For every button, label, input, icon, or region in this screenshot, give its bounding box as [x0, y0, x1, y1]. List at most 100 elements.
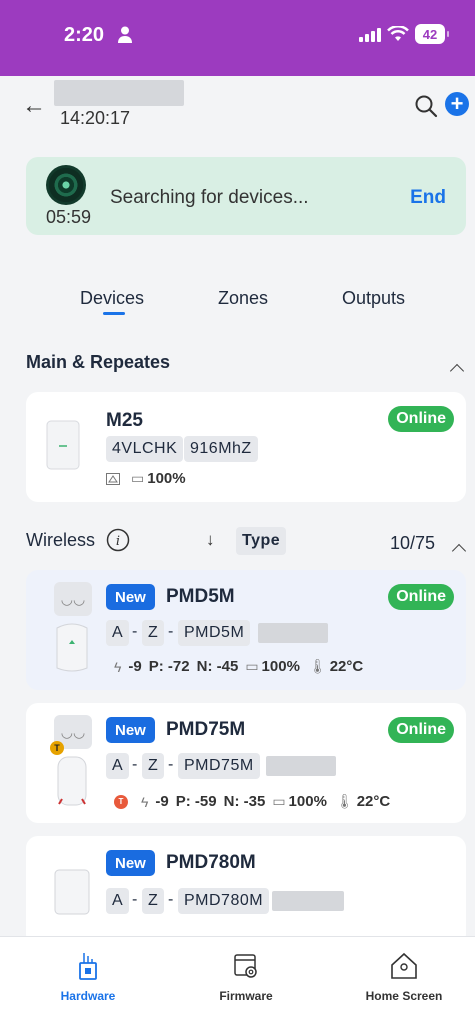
eye-closed-icon: ◡◡ [54, 582, 92, 616]
search-status-text: Searching for devices... [110, 187, 309, 208]
zone-a-chip: A [106, 753, 130, 779]
section-title-wireless: Wireless [26, 530, 96, 550]
status-badge: Online [388, 584, 454, 610]
trouble-icon: T [114, 794, 128, 809]
device-card-pmd75m[interactable]: ◡◡ T New PMD75M Online A - Z - PMD75M T … [26, 703, 466, 823]
end-search-button[interactable]: End [410, 187, 446, 209]
temperature-value: 22°C [356, 793, 391, 810]
separator-dash: - [168, 623, 174, 640]
status-bar: 2:20 42 [0, 0, 475, 76]
signal-strength-icon: ϟ [141, 793, 149, 810]
tamper-icon [106, 472, 120, 485]
motion-sensor-image [56, 623, 88, 672]
device-model-chip: PMD75M [178, 753, 260, 779]
top-header: ← 14:20:17 + [0, 76, 475, 146]
info-icon[interactable]: i [106, 528, 130, 552]
wifi-icon [387, 26, 409, 41]
tamper-badge-icon: T [50, 741, 64, 755]
motion-sensor-image [57, 756, 87, 806]
zone-a-chip: A [106, 620, 130, 646]
curtain-sensor-image [54, 869, 90, 915]
battery-icon: ▭ [272, 793, 286, 809]
battery-icon: ▭ [131, 470, 145, 486]
zone-a-chip: A [106, 888, 130, 914]
new-badge: New [106, 717, 155, 743]
device-card-pmd780m[interactable]: New PMD780M A - Z - PMD780M [26, 836, 466, 946]
status-badge: Online [388, 406, 454, 432]
device-model-chip: PMD780M [178, 888, 270, 914]
redacted-site-name [54, 80, 184, 106]
search-icon[interactable] [414, 94, 438, 118]
nav-firmware-label: Firmware [219, 989, 273, 1003]
device-name: PMD780M [166, 852, 256, 873]
device-stats: T ϟ -9 P: -59 N: -35 ▭ 100% 🌡 22°C [114, 793, 390, 810]
separator-dash: - [168, 891, 174, 908]
status-indicators: 42 [359, 24, 449, 44]
device-stats: ▭ 100% [106, 470, 186, 487]
bottom-nav: Hardware Firmware Home Screen [0, 936, 475, 1027]
signal-strength-icon: ϟ [114, 658, 122, 675]
new-badge: New [106, 584, 155, 610]
battery-indicator: 42 [415, 24, 449, 44]
zone-z-chip: Z [142, 753, 165, 779]
search-banner: 05:59 Searching for devices... End [26, 157, 466, 235]
header-time: 14:20:17 [60, 108, 131, 128]
device-name: PMD5M [166, 586, 235, 607]
nav-firmware[interactable]: Firmware [186, 951, 306, 1003]
thermometer-icon: 🌡 [335, 793, 354, 809]
battery-value: 100% [288, 793, 327, 810]
separator-dash: - [132, 891, 138, 908]
battery-value: 100% [261, 658, 300, 675]
section-title-main: Main & Repeates [26, 352, 171, 372]
redacted-serial [272, 891, 344, 911]
device-frequency-chip: 916MhZ [184, 436, 258, 462]
n-value: N: -35 [223, 793, 266, 810]
thermometer-icon: 🌡 [308, 658, 327, 674]
n-value: N: -45 [196, 658, 239, 675]
nav-home-screen[interactable]: Home Screen [344, 951, 464, 1003]
nav-hardware-label: Hardware [60, 989, 116, 1003]
tab-outputs[interactable]: Outputs [342, 288, 405, 309]
redacted-serial [258, 623, 328, 643]
device-card-pmd5m[interactable]: ◡◡ New PMD5M Online A - Z - PMD5M ϟ -9 P… [26, 570, 466, 690]
add-icon[interactable]: + [445, 92, 469, 116]
new-badge: New [106, 850, 155, 876]
redacted-serial [266, 756, 336, 776]
zone-z-chip: Z [142, 888, 165, 914]
device-code-chip: 4VLCHK [106, 436, 184, 462]
device-name: M25 [106, 410, 143, 431]
svg-text:i: i [116, 534, 120, 549]
firmware-icon [234, 954, 257, 978]
search-countdown: 05:59 [46, 207, 92, 227]
collapse-wireless-chevron-icon[interactable] [451, 543, 467, 559]
p-value: P: -59 [175, 793, 217, 810]
signal-value: -9 [128, 658, 142, 675]
panel-device-image [46, 420, 80, 470]
sort-direction-icon[interactable]: ↓ [206, 530, 215, 550]
signal-icon [359, 26, 381, 42]
device-card-main[interactable]: M25 Online 4VLCHK 916MhZ ▭ 100% [26, 392, 466, 502]
nav-hardware[interactable]: Hardware [28, 951, 148, 1003]
status-badge: Online [388, 717, 454, 743]
separator-dash: - [132, 623, 138, 640]
battery-value: 100% [147, 470, 186, 487]
separator-dash: - [132, 756, 138, 773]
tab-devices[interactable]: Devices [80, 288, 144, 309]
tab-zones[interactable]: Zones [218, 288, 268, 309]
zone-z-chip: Z [142, 620, 165, 646]
temperature-value: 22°C [329, 658, 364, 675]
back-arrow-icon[interactable]: ← [22, 92, 46, 120]
person-icon [118, 26, 132, 43]
tab-bar: Devices Zones Outputs [0, 288, 475, 328]
active-tab-indicator [103, 312, 125, 315]
device-name: PMD75M [166, 719, 246, 740]
signal-value: -9 [155, 793, 169, 810]
status-time: 2:20 [64, 24, 105, 46]
wireless-count: 10/75 [390, 533, 436, 553]
hardware-icon [79, 953, 97, 980]
device-stats: ϟ -9 P: -72 N: -45 ▭ 100% 🌡 22°C [114, 658, 363, 675]
sort-type-chip[interactable]: Type [236, 527, 287, 555]
device-model-chip: PMD5M [178, 620, 251, 646]
radar-icon [46, 165, 86, 205]
collapse-main-chevron-icon[interactable] [449, 363, 465, 379]
